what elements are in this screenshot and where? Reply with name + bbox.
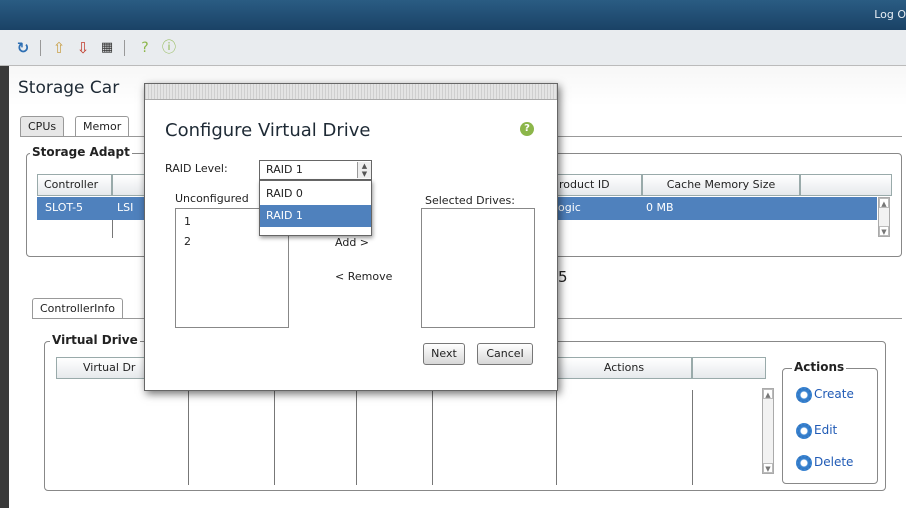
scroll-down-icon[interactable]: ▼ <box>763 463 773 473</box>
toolbar-divider <box>40 40 41 56</box>
column-divider <box>356 390 357 485</box>
raid-option-selected[interactable]: RAID 1 <box>260 205 371 227</box>
column-product-id[interactable]: roduct ID <box>552 174 642 196</box>
unconfigured-drives-label: Unconfigured <box>175 192 249 205</box>
toolbar: ↻ ⇧ ⇩ ▦ ? ⓘ <box>0 30 906 66</box>
delete-label: Delete <box>814 455 854 469</box>
column-extra[interactable] <box>800 174 892 196</box>
scroll-up-icon[interactable]: ▲ <box>763 389 773 399</box>
controller-heading-fragment: 5 <box>558 268 568 286</box>
edit-button[interactable]: Edit <box>796 420 876 440</box>
storage-scrollbar[interactable]: ▲ ▼ <box>878 197 890 237</box>
dialog-title: Configure Virtual Drive <box>165 120 371 141</box>
chevron-updown-icon[interactable]: ▲ ▼ <box>357 162 371 178</box>
help-icon[interactable]: ? <box>520 122 534 136</box>
tab-controller-info[interactable]: ControllerInfo <box>32 298 123 318</box>
storage-adapters-legend: Storage Adapt <box>30 145 132 159</box>
dialog-title-bar[interactable] <box>145 84 557 100</box>
virtual-drives-scrollbar[interactable]: ▲ ▼ <box>762 388 774 474</box>
gear-icon <box>796 422 812 439</box>
info-icon[interactable]: ⓘ <box>160 39 178 57</box>
tab-cpus[interactable]: CPUs <box>20 116 65 136</box>
cancel-button[interactable]: Cancel <box>477 343 533 365</box>
tab-memory[interactable]: Memor <box>75 116 130 136</box>
column-cache-memory-size[interactable]: Cache Memory Size <box>642 174 800 196</box>
actions-legend: Actions <box>792 360 847 374</box>
column-divider <box>274 390 275 485</box>
column-divider <box>556 390 557 485</box>
column-divider <box>188 390 189 485</box>
remove-button[interactable]: < Remove <box>335 270 392 283</box>
configure-virtual-drive-dialog: Configure Virtual Drive ? RAID Level: RA… <box>144 83 558 391</box>
cell-cache: 0 MB <box>646 201 674 214</box>
add-button[interactable]: Add > <box>335 236 369 249</box>
create-button[interactable]: Create <box>796 384 876 404</box>
create-label: Create <box>814 387 854 401</box>
list-item[interactable]: 2 <box>184 235 191 248</box>
selected-drives-list[interactable] <box>421 208 535 328</box>
download-icon[interactable]: ⇩ <box>74 39 92 57</box>
scroll-up-icon[interactable]: ▲ <box>879 198 889 208</box>
raid-level-label: RAID Level: <box>165 162 228 175</box>
refresh-icon[interactable]: ↻ <box>14 39 32 57</box>
grid-icon[interactable]: ▦ <box>98 39 116 57</box>
gear-icon <box>796 454 812 471</box>
left-rail <box>0 66 9 508</box>
top-bar: Log O <box>0 0 906 30</box>
column-divider <box>112 220 113 238</box>
raid-level-dropdown: RAID 0 RAID 1 <box>259 180 372 236</box>
cell-vendor: LSI <box>117 201 134 214</box>
selected-drives-label: Selected Drives: <box>425 194 515 207</box>
raid-option[interactable]: RAID 0 <box>260 183 371 205</box>
delete-button[interactable]: Delete <box>796 452 876 472</box>
cell-product-id: ogic <box>558 201 581 214</box>
scroll-down-icon[interactable]: ▼ <box>879 226 889 236</box>
column-controller[interactable]: Controller <box>37 174 112 196</box>
next-button[interactable]: Next <box>423 343 465 365</box>
gear-icon <box>796 386 812 403</box>
logout-link[interactable]: Log O <box>874 8 906 21</box>
help-icon[interactable]: ? <box>136 39 154 57</box>
edit-label: Edit <box>814 423 838 437</box>
cell-controller: SLOT-5 <box>45 201 84 214</box>
column-extra[interactable] <box>692 357 766 379</box>
page-title: Storage Car <box>18 78 120 98</box>
upload-icon[interactable]: ⇧ <box>50 39 68 57</box>
list-item[interactable]: 1 <box>184 215 191 228</box>
column-divider <box>692 390 693 485</box>
column-divider <box>432 390 433 485</box>
raid-level-value: RAID 1 <box>266 163 303 176</box>
virtual-drives-legend: Virtual Drive <box>50 333 140 347</box>
raid-level-select[interactable]: RAID 1 ▲ ▼ <box>259 160 372 180</box>
toolbar-divider <box>124 40 125 56</box>
column-actions[interactable]: Actions <box>556 357 692 379</box>
